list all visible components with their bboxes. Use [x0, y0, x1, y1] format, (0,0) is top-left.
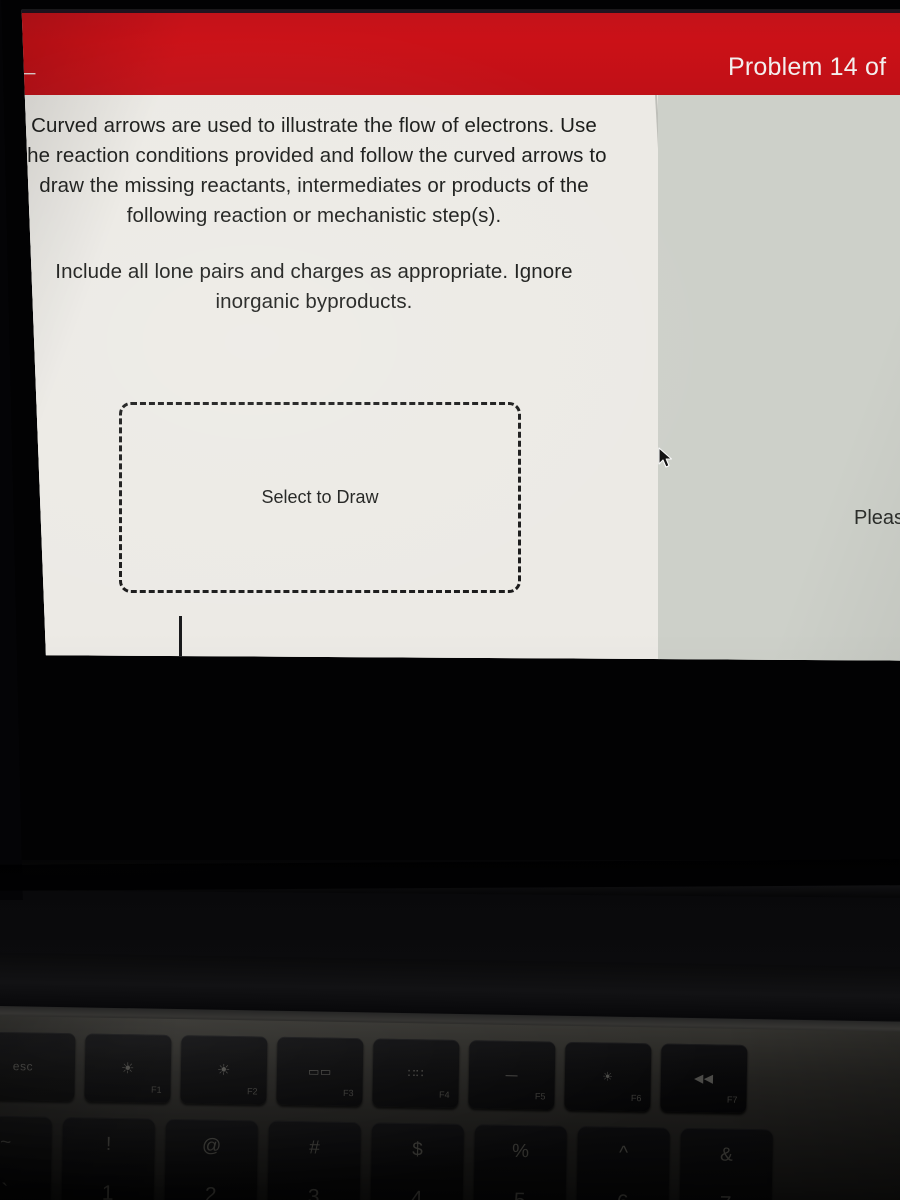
screen-top-bezel	[21, 9, 900, 14]
problem-right-pane: Pleas	[658, 95, 900, 661]
key-2[interactable]: @ 2	[164, 1118, 259, 1200]
key-f4-label: F4	[438, 1089, 450, 1100]
key-6-digit: 6	[617, 1191, 629, 1200]
laptop-screen: ← Problem 14 of Curved arrows are used t…	[21, 9, 900, 859]
instructions-block: Curved arrows are used to illustrate the…	[21, 111, 614, 317]
reagent-c: CH	[304, 688, 334, 710]
key-3-symbol: #	[309, 1137, 321, 1159]
key-f3-label: F3	[342, 1087, 354, 1099]
laptop-keyboard[interactable]: esc ☀ F1 ☀ F2 ▭▭ F3 ∷∷ F4 — F5 ☀ F6 ◀◀ F…	[0, 1015, 900, 1200]
key-f4-launchpad[interactable]: ∷∷ F4	[372, 1038, 460, 1108]
reagent-label: CH2N2	[304, 688, 363, 711]
mission-control-icon: ▭▭	[307, 1064, 332, 1079]
page-title: Problem 14 of	[728, 53, 887, 81]
key-3[interactable]: # 3	[267, 1120, 362, 1200]
key-f5-label: F5	[534, 1091, 546, 1102]
arrow-head	[170, 778, 190, 806]
key-1-symbol: !	[105, 1133, 112, 1155]
key-4-symbol: $	[412, 1139, 424, 1161]
problem-page: Curved arrows are used to illustrate the…	[21, 95, 900, 859]
reaction-down-arrow-icon	[176, 616, 186, 661]
key-f6-label: F6	[630, 1092, 642, 1104]
reagent-n: N	[341, 688, 356, 710]
keyboard-function-row: esc ☀ F1 ☀ F2 ▭▭ F3 ∷∷ F4 — F5 ☀ F6 ◀◀ F…	[0, 1031, 748, 1113]
select-to-draw-label: Select to Draw	[261, 487, 379, 507]
key-2-symbol: @	[201, 1135, 222, 1157]
key-1[interactable]: ! 1	[61, 1117, 156, 1200]
arrow-shaft	[179, 616, 182, 661]
rewind-icon: ◀◀	[693, 1071, 714, 1086]
brightness-down-icon: ☀	[120, 1059, 136, 1077]
chevron-down-icon[interactable]: ▾	[300, 837, 311, 859]
key-7[interactable]: & 7	[679, 1127, 773, 1200]
key-7-digit: 7	[720, 1193, 732, 1200]
key-f2-label: F2	[246, 1086, 258, 1097]
key-backtick-symbol: ~	[0, 1131, 12, 1154]
back-arrow-icon[interactable]: ←	[22, 51, 46, 85]
key-5-symbol: %	[511, 1140, 530, 1163]
key-f6-keyboard-brightness-up[interactable]: ☀ F6	[564, 1041, 652, 1112]
keyboard-brightness-down-icon: —	[505, 1067, 519, 1083]
key-f7-label: F7	[726, 1094, 738, 1105]
keyboard-number-row: ~ ` ! 1 @ 2 # 3 $ 4 % 5	[0, 1115, 773, 1200]
key-4[interactable]: $ 4	[370, 1122, 464, 1200]
key-f3-mission-control[interactable]: ▭▭ F3	[276, 1036, 364, 1107]
app-header-bar: ← Problem 14 of	[21, 13, 900, 95]
key-3-digit: 3	[307, 1185, 320, 1200]
key-7-symbol: &	[719, 1144, 734, 1166]
key-esc-glyph: esc	[12, 1059, 34, 1074]
key-f5-keyboard-brightness-down[interactable]: — F5	[468, 1040, 556, 1110]
key-1-digit: 1	[101, 1181, 114, 1200]
key-backtick-digit: `	[1, 1180, 9, 1200]
reagent-c-subscript: 2	[333, 696, 342, 711]
key-6-symbol: ^	[618, 1142, 629, 1164]
key-6[interactable]: ^ 6	[576, 1126, 670, 1200]
key-f7-rewind[interactable]: ◀◀ F7	[660, 1043, 748, 1113]
key-f1-brightness-down[interactable]: ☀ F1	[84, 1033, 172, 1103]
reagent-n-subscript: 2	[355, 696, 364, 711]
key-5[interactable]: % 5	[473, 1124, 567, 1200]
keyboard-brightness-up-icon: ☀	[602, 1069, 614, 1084]
mouse-pointer-icon	[658, 447, 674, 469]
key-2-digit: 2	[204, 1183, 217, 1200]
select-to-draw-canvas[interactable]: Select to Draw	[119, 402, 521, 593]
key-4-digit: 4	[410, 1187, 423, 1200]
instructions-paragraph-1: Curved arrows are used to illustrate the…	[21, 114, 607, 227]
key-f2-brightness-up[interactable]: ☀ F2	[180, 1035, 268, 1105]
photograph-of-laptop: esc ☀ F1 ☀ F2 ▭▭ F3 ∷∷ F4 — F5 ☀ F6 ◀◀ F…	[0, 0, 900, 1200]
key-f1-label: F1	[150, 1084, 162, 1095]
right-pane-note: Pleas	[854, 507, 900, 529]
key-backtick[interactable]: ~ `	[0, 1115, 53, 1200]
brightness-up-icon: ☀	[216, 1061, 232, 1079]
screen-bottom-bezel	[0, 859, 900, 891]
key-5-digit: 5	[514, 1189, 526, 1200]
launchpad-icon: ∷∷	[407, 1066, 425, 1081]
instructions-paragraph-2: Include all lone pairs and charges as ap…	[55, 260, 573, 313]
problem-left-pane: Curved arrows are used to illustrate the…	[21, 95, 660, 859]
key-esc[interactable]: esc	[0, 1031, 76, 1102]
